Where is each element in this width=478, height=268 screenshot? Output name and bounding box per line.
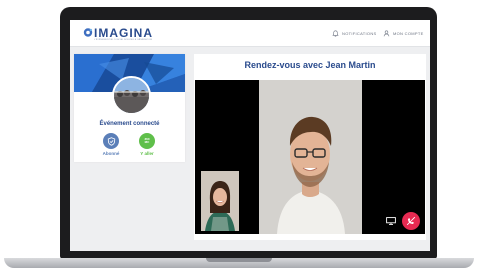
logo-tagline: L'ÉVÉNEMENTIEL DIGITAL NOUVELLE GÉNÉRATI… xyxy=(94,39,153,41)
go-action[interactable]: 360 MC Y aller xyxy=(138,133,156,156)
go-label: Y aller xyxy=(140,151,154,156)
account-link[interactable]: MON COMPTE xyxy=(383,30,424,37)
self-participant-image xyxy=(201,171,239,231)
event-card: Événement connecté Abonné 360 MC Y aller xyxy=(74,54,185,162)
notifications-label: NOTIFICATIONS xyxy=(342,31,377,36)
subscribed-circle xyxy=(103,133,119,149)
user-icon xyxy=(383,30,390,37)
go-badge: 360 MC xyxy=(144,136,150,144)
crowd-photo xyxy=(114,78,149,113)
meeting-title: Rendez-vous avec Jean Martin xyxy=(244,60,376,70)
remote-participant-image xyxy=(259,80,362,234)
go-circle: 360 MC xyxy=(139,133,155,149)
laptop-notch xyxy=(206,258,272,262)
account-label: MON COMPTE xyxy=(393,31,424,36)
event-title: Événement connecté xyxy=(99,121,160,127)
bell-icon xyxy=(332,30,339,37)
monitor-icon[interactable] xyxy=(386,217,396,225)
video-call-area xyxy=(195,80,425,234)
app-screen: IMAGINA L'ÉVÉNEMENTIEL DIGITAL NOUVELLE … xyxy=(70,20,430,251)
subscribed-label: Abonné xyxy=(102,151,120,156)
notifications-link[interactable]: NOTIFICATIONS xyxy=(332,30,377,37)
remote-video-feed xyxy=(259,80,362,234)
logo-pin-icon xyxy=(83,28,93,37)
logo-text[interactable]: IMAGINA xyxy=(94,26,153,40)
top-navigation-bar: IMAGINA L'ÉVÉNEMENTIEL DIGITAL NOUVELLE … xyxy=(70,20,430,47)
self-video-feed[interactable] xyxy=(201,171,239,231)
hangup-button[interactable] xyxy=(402,212,420,230)
meeting-panel: Rendez-vous avec Jean Martin xyxy=(194,54,426,240)
phone-hangup-icon xyxy=(406,216,416,226)
shield-check-icon xyxy=(107,136,115,146)
subscribed-action[interactable]: Abonné xyxy=(102,133,120,156)
event-avatar xyxy=(112,76,151,115)
